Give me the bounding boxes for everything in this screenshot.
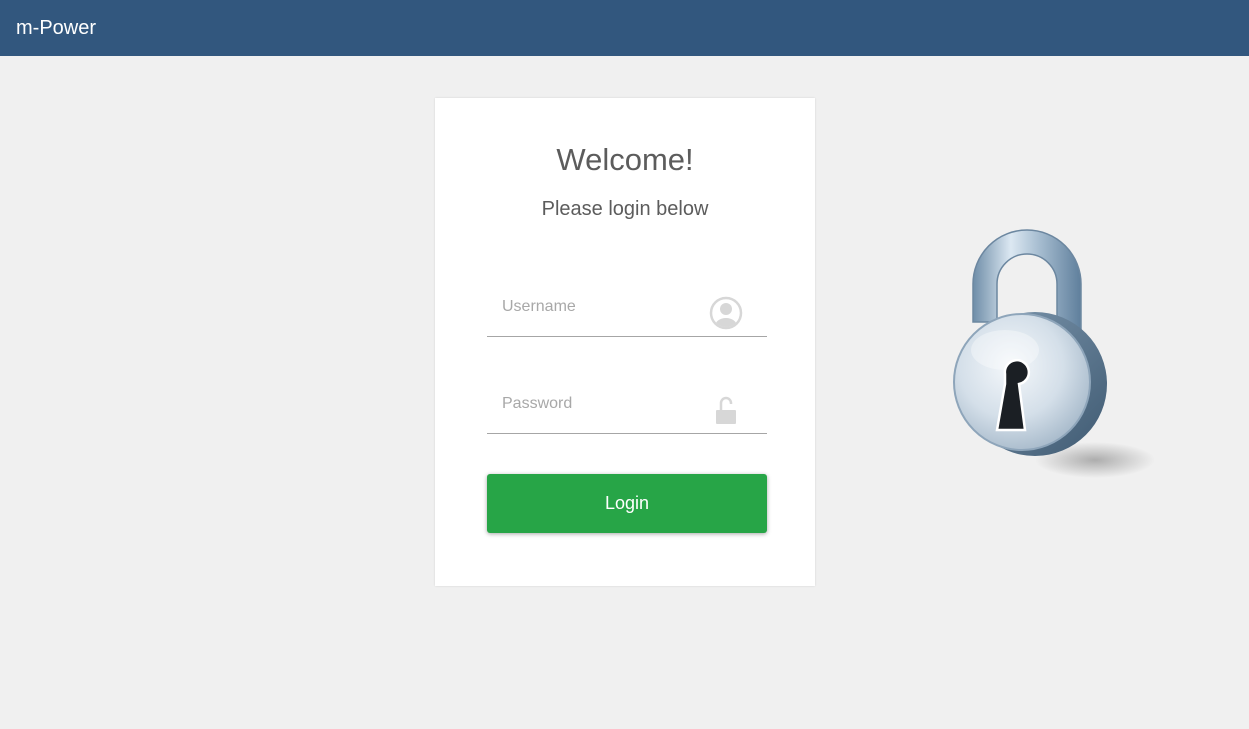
unlock-icon xyxy=(716,396,736,424)
login-card: Welcome! Please login below Login xyxy=(435,98,815,586)
username-field xyxy=(487,288,767,337)
welcome-heading: Welcome! xyxy=(556,142,694,177)
user-icon xyxy=(709,296,743,330)
login-subtitle: Please login below xyxy=(541,198,709,220)
app-title: m-Power xyxy=(16,17,97,39)
login-button[interactable]: Login xyxy=(487,474,767,533)
password-input[interactable] xyxy=(487,385,712,423)
padlock-icon xyxy=(953,229,1155,478)
password-field xyxy=(487,385,767,434)
top-bar: m-Power xyxy=(0,0,1249,56)
username-input[interactable] xyxy=(487,288,712,326)
